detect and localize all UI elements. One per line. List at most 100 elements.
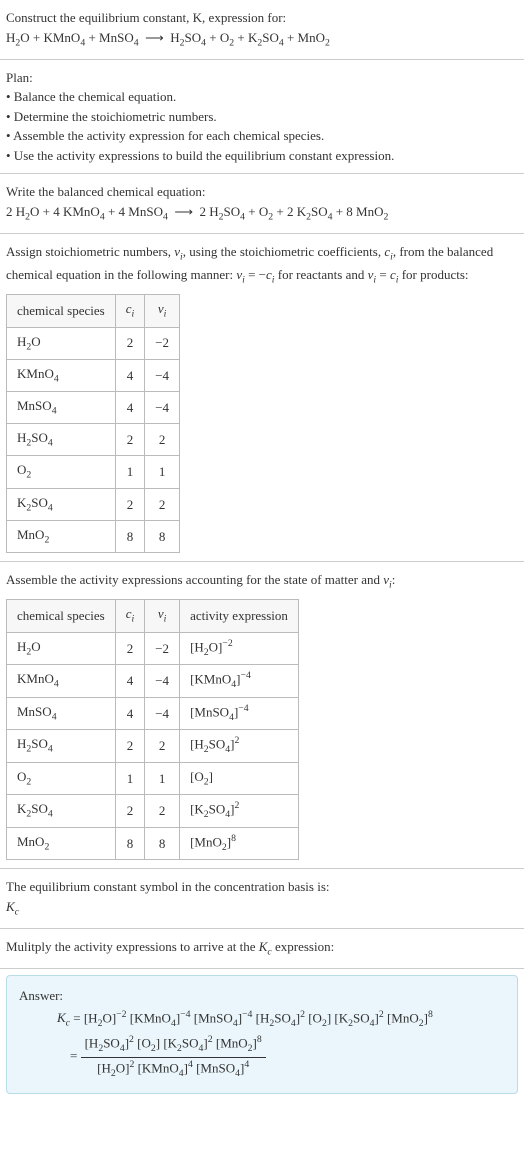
col-activity: activity expression xyxy=(180,600,299,632)
table-row: O211 xyxy=(7,456,180,488)
cell: H2SO4 xyxy=(7,424,116,456)
cell: 4 xyxy=(115,359,145,391)
cell: H2O xyxy=(7,327,116,359)
plan-item: • Use the activity expressions to build … xyxy=(6,146,518,166)
col-nui: νi xyxy=(145,295,180,327)
cell: 2 xyxy=(115,794,145,827)
table-row: H2SO422[H2SO4]2 xyxy=(7,730,299,763)
cell: 8 xyxy=(115,827,145,860)
balanced-section: Write the balanced chemical equation: 2 … xyxy=(0,174,524,234)
cell: [MnO2]8 xyxy=(180,827,299,860)
multiply-text: Mulitply the activity expressions to arr… xyxy=(6,939,334,954)
fraction: [H2SO4]2 [O2] [K2SO4]2 [MnO2]8 [H2O]2 [K… xyxy=(81,1033,266,1081)
table-row: K2SO422[K2SO4]2 xyxy=(7,794,299,827)
table-row: H2O2−2[H2O]−2 xyxy=(7,632,299,665)
plan-section: Plan: • Balance the chemical equation. •… xyxy=(0,60,524,175)
cell: H2SO4 xyxy=(7,730,116,763)
intro-section: Construct the equilibrium constant, K, e… xyxy=(0,0,524,60)
cell: −4 xyxy=(145,697,180,730)
answer-box: Answer: Kc = [H2O]−2 [KMnO4]−4 [MnSO4]−4… xyxy=(6,975,518,1094)
symbol-line1: The equilibrium constant symbol in the c… xyxy=(6,877,518,897)
activity-table: chemical species ci νi activity expressi… xyxy=(6,599,299,860)
cell: −2 xyxy=(145,632,180,665)
cell: 4 xyxy=(115,392,145,424)
cell: MnO2 xyxy=(7,827,116,860)
cell: 2 xyxy=(115,327,145,359)
cell: 2 xyxy=(145,488,180,520)
cell: 4 xyxy=(115,665,145,698)
table-row: KMnO44−4 xyxy=(7,359,180,391)
cell: −4 xyxy=(145,665,180,698)
col-ci: ci xyxy=(115,295,145,327)
table-row: MnSO44−4[MnSO4]−4 xyxy=(7,697,299,730)
fraction-denominator: [H2O]2 [KMnO4]4 [MnSO4]4 xyxy=(81,1058,266,1082)
stoich-table: chemical species ci νi H2O2−2 KMnO44−4 M… xyxy=(6,294,180,553)
symbol-kc: Kc xyxy=(6,897,518,920)
table-row: H2SO422 xyxy=(7,424,180,456)
table-row: KMnO44−4[KMnO4]−4 xyxy=(7,665,299,698)
assign-section: Assign stoichiometric numbers, νi, using… xyxy=(0,234,524,562)
intro-line1: Construct the equilibrium constant, K, e… xyxy=(6,10,286,25)
cell: [MnSO4]−4 xyxy=(180,697,299,730)
table-header-row: chemical species ci νi activity expressi… xyxy=(7,600,299,632)
table-row: MnSO44−4 xyxy=(7,392,180,424)
plan-item: • Determine the stoichiometric numbers. xyxy=(6,107,518,127)
cell: K2SO4 xyxy=(7,488,116,520)
table-row: H2O2−2 xyxy=(7,327,180,359)
answer-line1: Kc = [H2O]−2 [KMnO4]−4 [MnSO4]−4 [H2SO4]… xyxy=(19,1008,505,1032)
activity-section: Assemble the activity expressions accoun… xyxy=(0,562,524,869)
cell: KMnO4 xyxy=(7,665,116,698)
col-species: chemical species xyxy=(7,600,116,632)
cell: 1 xyxy=(145,762,180,794)
cell: MnSO4 xyxy=(7,697,116,730)
cell: [H2O]−2 xyxy=(180,632,299,665)
table-row: MnO288 xyxy=(7,520,180,552)
cell: −4 xyxy=(145,392,180,424)
assign-text: Assign stoichiometric numbers, νi, using… xyxy=(6,242,518,288)
cell: 2 xyxy=(115,632,145,665)
plan-item: • Assemble the activity expression for e… xyxy=(6,126,518,146)
plan-item: • Balance the chemical equation. xyxy=(6,87,518,107)
cell: [O2] xyxy=(180,762,299,794)
balanced-equation: 2 H2O + 4 KMnO4 + 4 MnSO4 ⟶ 2 H2SO4 + O2… xyxy=(6,204,388,219)
cell: [H2SO4]2 xyxy=(180,730,299,763)
cell: 8 xyxy=(115,520,145,552)
cell: 2 xyxy=(145,424,180,456)
cell: H2O xyxy=(7,632,116,665)
cell: −2 xyxy=(145,327,180,359)
table-header-row: chemical species ci νi xyxy=(7,295,180,327)
col-nui: νi xyxy=(145,600,180,632)
cell: 1 xyxy=(145,456,180,488)
cell: O2 xyxy=(7,456,116,488)
cell: 2 xyxy=(115,730,145,763)
col-ci: ci xyxy=(115,600,145,632)
cell: KMnO4 xyxy=(7,359,116,391)
table-row: O211[O2] xyxy=(7,762,299,794)
answer-line2: = [H2SO4]2 [O2] [K2SO4]2 [MnO2]8 [H2O]2 … xyxy=(19,1033,505,1081)
answer-label: Answer: xyxy=(19,986,505,1006)
fraction-numerator: [H2SO4]2 [O2] [K2SO4]2 [MnO2]8 xyxy=(81,1033,266,1058)
cell: 1 xyxy=(115,762,145,794)
cell: [K2SO4]2 xyxy=(180,794,299,827)
cell: K2SO4 xyxy=(7,794,116,827)
cell: 8 xyxy=(145,520,180,552)
cell: 1 xyxy=(115,456,145,488)
intro-equation: H2O + KMnO4 + MnSO4 ⟶ H2SO4 + O2 + K2SO4… xyxy=(6,30,330,45)
cell: MnSO4 xyxy=(7,392,116,424)
cell: MnO2 xyxy=(7,520,116,552)
cell: 4 xyxy=(115,697,145,730)
cell: 2 xyxy=(145,794,180,827)
plan-heading: Plan: xyxy=(6,68,518,88)
table-row: MnO288[MnO2]8 xyxy=(7,827,299,860)
cell: −4 xyxy=(145,359,180,391)
table-row: K2SO422 xyxy=(7,488,180,520)
col-species: chemical species xyxy=(7,295,116,327)
symbol-section: The equilibrium constant symbol in the c… xyxy=(0,869,524,929)
cell: O2 xyxy=(7,762,116,794)
activity-text: Assemble the activity expressions accoun… xyxy=(6,570,518,593)
balanced-heading: Write the balanced chemical equation: xyxy=(6,182,518,202)
multiply-section: Mulitply the activity expressions to arr… xyxy=(0,929,524,969)
cell: 2 xyxy=(145,730,180,763)
cell: 2 xyxy=(115,424,145,456)
cell: 8 xyxy=(145,827,180,860)
